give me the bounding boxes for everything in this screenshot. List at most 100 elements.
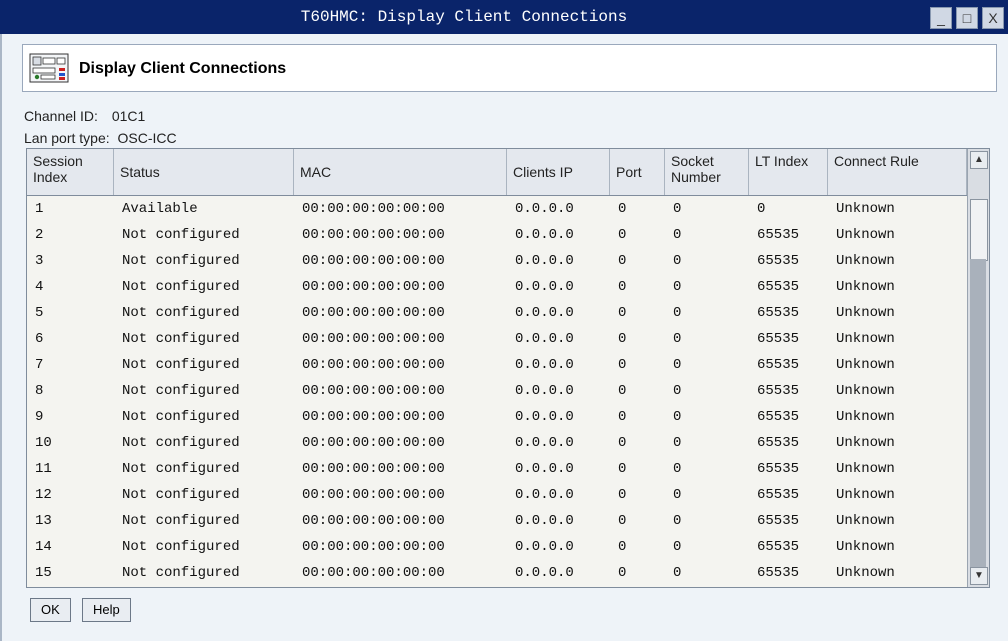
column-header[interactable]: Socket Number — [665, 149, 749, 195]
channel-id-row: Channel ID: 01C1 — [24, 108, 145, 124]
table-row[interactable]: 6 Not configured 00:00:00:00:00:00 0.0.0.0 0… — [27, 326, 967, 352]
scroll-track[interactable] — [970, 259, 986, 569]
table-cell: 0 — [673, 305, 682, 321]
column-header[interactable]: MAC — [294, 149, 507, 195]
scroll-up-icon[interactable]: ▲ — [970, 151, 988, 169]
vertical-scrollbar[interactable]: ▲ ▼ — [967, 149, 989, 587]
table-row[interactable]: 9 Not configured 00:00:00:00:00:00 0.0.0.0 0… — [27, 404, 967, 430]
table-cell: 0 — [618, 487, 627, 503]
table-cell: Unknown — [836, 331, 895, 347]
maximize-button[interactable]: □ — [956, 7, 978, 29]
table-cell: 0 — [673, 513, 682, 529]
table-cell: 2 — [35, 227, 44, 243]
table-cell: 0 — [618, 305, 627, 321]
column-header[interactable]: LT Index — [749, 149, 828, 195]
table-cell: Not configured — [122, 279, 240, 295]
table-row[interactable]: 10 Not configured 00:00:00:00:00:00 0.0.0.0… — [27, 430, 967, 456]
table-cell: 0 — [673, 409, 682, 425]
table-cell: 00:00:00:00:00:00 — [302, 305, 445, 321]
table-cell: Not configured — [122, 539, 240, 555]
table-cell: Not configured — [122, 383, 240, 399]
table-cell: 13 — [35, 513, 52, 529]
table-cell: 65535 — [757, 565, 800, 581]
table-row[interactable]: 1 Available 00:00:00:00:00:00 0.0.0.0 0 0 0 Unk… — [27, 196, 967, 222]
lan-port-label: Lan port type: — [24, 130, 110, 146]
table-row[interactable]: 4 Not configured 00:00:00:00:00:00 0.0.0.0 0… — [27, 274, 967, 300]
table-cell: 00:00:00:00:00:00 — [302, 357, 445, 373]
table-row[interactable]: 13 Not configured 00:00:00:00:00:00 0.0.0.0… — [27, 508, 967, 534]
table-cell: 0 — [618, 539, 627, 555]
table-row[interactable]: 3 Not configured 00:00:00:00:00:00 0.0.0.0 0… — [27, 248, 967, 274]
table-cell: 0 — [673, 357, 682, 373]
ok-button[interactable]: OK — [30, 598, 71, 622]
table-cell: 0.0.0.0 — [515, 357, 574, 373]
table-cell: 00:00:00:00:00:00 — [302, 435, 445, 451]
table-cell: 0.0.0.0 — [515, 435, 574, 451]
table-cell: Unknown — [836, 565, 895, 581]
table-cell: 0 — [673, 539, 682, 555]
close-button[interactable]: X — [982, 7, 1004, 29]
table-cell: 65535 — [757, 435, 800, 451]
scroll-down-icon[interactable]: ▼ — [970, 567, 988, 585]
table-cell: 0 — [618, 409, 627, 425]
table-cell: 0 — [673, 435, 682, 451]
table-cell: Unknown — [836, 227, 895, 243]
table-cell: 65535 — [757, 383, 800, 399]
table-row[interactable]: 5 Not configured 00:00:00:00:00:00 0.0.0.0 0… — [27, 300, 967, 326]
table-cell: 65535 — [757, 253, 800, 269]
table-cell: 5 — [35, 305, 44, 321]
table-cell: 65535 — [757, 461, 800, 477]
table-cell: 0 — [618, 253, 627, 269]
table-row[interactable]: 15 Not configured 00:00:00:00:00:00 0.0.0.0… — [27, 560, 967, 586]
table-cell: 0 — [618, 227, 627, 243]
table-cell: 0 — [618, 331, 627, 347]
table-row[interactable]: 11 Not configured 00:00:00:00:00:00 0.0.0.0… — [27, 456, 967, 482]
dialog-header: Display Client Connections — [22, 44, 997, 92]
table-cell: 0.0.0.0 — [515, 513, 574, 529]
table-row[interactable]: 2 Not configured 00:00:00:00:00:00 0.0.0.0 0… — [27, 222, 967, 248]
table-row[interactable]: 8 Not configured 00:00:00:00:00:00 0.0.0.0 0… — [27, 378, 967, 404]
column-header[interactable]: Status — [114, 149, 294, 195]
table-cell: 15 — [35, 565, 52, 581]
table-cell: Unknown — [836, 357, 895, 373]
table-cell: Unknown — [836, 383, 895, 399]
table-cell: Available — [122, 201, 198, 217]
table-cell: 00:00:00:00:00:00 — [302, 383, 445, 399]
table-row[interactable]: 7 Not configured 00:00:00:00:00:00 0.0.0.0 0… — [27, 352, 967, 378]
table-cell: 0 — [673, 253, 682, 269]
table-cell: Not configured — [122, 409, 240, 425]
minimize-button[interactable]: _ — [930, 7, 952, 29]
table-cell: Not configured — [122, 227, 240, 243]
column-header[interactable]: Clients IP — [507, 149, 610, 195]
table-cell: Unknown — [836, 305, 895, 321]
table-cell: 0 — [673, 461, 682, 477]
table-cell: 0 — [673, 227, 682, 243]
connections-table: Session Index Status MAC Clients IP Port… — [26, 148, 990, 588]
table-cell: 0.0.0.0 — [515, 331, 574, 347]
page-title: Display Client Connections — [79, 60, 287, 77]
table-row[interactable]: 14 Not configured 00:00:00:00:00:00 0.0.0.0… — [27, 534, 967, 560]
column-header[interactable]: Port — [610, 149, 665, 195]
scroll-thumb[interactable] — [970, 199, 988, 261]
table-cell: 00:00:00:00:00:00 — [302, 539, 445, 555]
table-cell: 12 — [35, 487, 52, 503]
table-cell: 0 — [673, 565, 682, 581]
channel-id-value: 01C1 — [111, 108, 146, 124]
dialog-body: Display Client Connections Channel ID: 0… — [0, 34, 1008, 641]
table-cell: 00:00:00:00:00:00 — [302, 461, 445, 477]
help-button[interactable]: Help — [82, 598, 131, 622]
table-row[interactable]: 12 Not configured 00:00:00:00:00:00 0.0.0.0… — [27, 482, 967, 508]
table-cell: Not configured — [122, 461, 240, 477]
table-cell: 0 — [618, 357, 627, 373]
column-header[interactable]: Connect Rule — [828, 149, 967, 195]
table-cell: 65535 — [757, 279, 800, 295]
lan-port-value: OSC-ICC — [117, 130, 177, 146]
column-header[interactable]: Session Index — [27, 149, 114, 195]
table-cell: 6 — [35, 331, 44, 347]
table-cell: 0.0.0.0 — [515, 487, 574, 503]
table-cell: 0 — [673, 383, 682, 399]
table-cell: 0.0.0.0 — [515, 305, 574, 321]
table-cell: 0.0.0.0 — [515, 279, 574, 295]
table-cell: 8 — [35, 383, 44, 399]
table-cell: Not configured — [122, 331, 240, 347]
